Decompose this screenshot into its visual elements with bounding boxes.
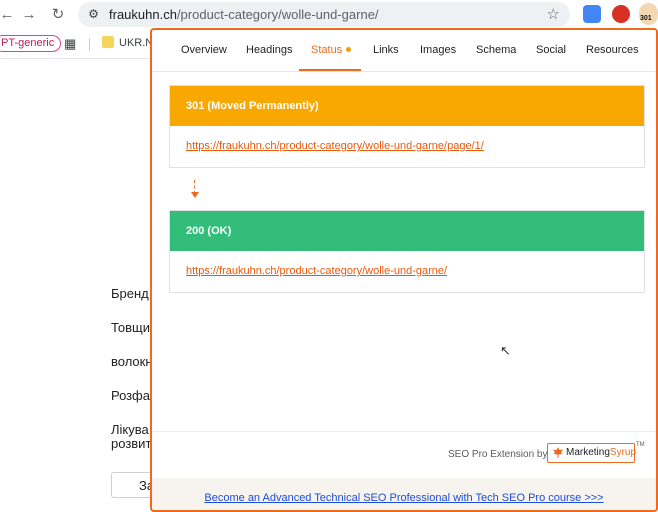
tab-bar: Overview Headings Status Links Images Sc… bbox=[152, 30, 656, 72]
active-tab-indicator bbox=[299, 69, 361, 71]
promo-banner: Become an Advanced Technical SEO Profess… bbox=[152, 478, 656, 510]
redirect-url-link[interactable]: https://fraukuhn.ch/product-category/wol… bbox=[186, 140, 484, 152]
card-body: https://fraukuhn.ch/product-category/wol… bbox=[170, 251, 644, 292]
card-body: https://fraukuhn.ch/product-category/wol… bbox=[170, 126, 644, 167]
tab-overview[interactable]: Overview bbox=[181, 44, 227, 56]
back-icon[interactable]: ← bbox=[0, 4, 18, 26]
forward-icon[interactable]: → bbox=[18, 4, 40, 26]
tab-social[interactable]: Social bbox=[536, 44, 566, 56]
filter-item[interactable]: Лікува bbox=[111, 422, 149, 437]
status-header-200: 200 (OK) bbox=[170, 211, 644, 251]
url-host: fraukuhn.ch bbox=[109, 7, 177, 22]
bookmark-star-icon[interactable]: ☆ bbox=[547, 5, 560, 23]
bookmark-divider bbox=[89, 38, 90, 51]
translate-extension-icon[interactable] bbox=[583, 5, 601, 23]
status-header-301: 301 (Moved Permanently) bbox=[170, 86, 644, 126]
tab-images[interactable]: Images bbox=[420, 44, 456, 56]
brand-name-part1: Marketing bbox=[566, 447, 610, 458]
favicon-icon bbox=[102, 36, 114, 48]
filter-item[interactable]: розвит bbox=[111, 436, 151, 451]
extension-badge: 301 bbox=[640, 15, 652, 22]
seo-extension-popup: Overview Headings Status Links Images Sc… bbox=[150, 28, 658, 512]
brand-name-part2: Syrup bbox=[609, 447, 637, 458]
trademark-mark: TM bbox=[636, 442, 645, 448]
filter-item[interactable]: Товщи bbox=[111, 320, 150, 335]
seo-extension-icon[interactable]: 301 bbox=[639, 3, 658, 25]
filter-item[interactable]: волокн bbox=[111, 354, 153, 369]
browser-toolbar: ← → ↻ ⚙ fraukuhn.ch/product-category/wol… bbox=[0, 0, 658, 29]
url-text: fraukuhn.ch/product-category/wolle-und-g… bbox=[109, 7, 379, 22]
address-bar[interactable]: ⚙ fraukuhn.ch/product-category/wolle-und… bbox=[78, 2, 570, 27]
final-status-card: 200 (OK) https://fraukuhn.ch/product-cat… bbox=[169, 210, 645, 293]
powered-by-text: SEO Pro Extension by bbox=[448, 449, 548, 460]
footer-divider bbox=[152, 431, 656, 432]
filter-item[interactable]: Бренд bbox=[111, 286, 149, 301]
filter-item[interactable]: Розфа bbox=[111, 388, 150, 403]
reload-icon[interactable]: ↻ bbox=[47, 4, 69, 26]
redirect-arrow-icon bbox=[191, 180, 199, 202]
tab-resources[interactable]: Resources bbox=[586, 44, 639, 56]
status-dot-icon bbox=[346, 47, 352, 52]
url-path: /product-category/wolle-und-garne/ bbox=[176, 7, 379, 22]
shield-extension-icon[interactable] bbox=[612, 5, 630, 23]
marketingsyrup-logo[interactable]: MarketingSyrup bbox=[547, 443, 637, 463]
tab-links[interactable]: Links bbox=[373, 44, 399, 56]
tab-schema[interactable]: Schema bbox=[476, 44, 516, 56]
tab-status[interactable]: Status bbox=[311, 44, 352, 56]
promo-course-link[interactable]: Become an Advanced Technical SEO Profess… bbox=[204, 492, 603, 504]
redirect-card: 301 (Moved Permanently) https://fraukuhn… bbox=[169, 85, 645, 168]
final-url-link[interactable]: https://fraukuhn.ch/product-category/wol… bbox=[186, 265, 447, 277]
site-info-icon[interactable]: ⚙ bbox=[86, 7, 101, 22]
tab-headings[interactable]: Headings bbox=[246, 44, 292, 56]
mouse-cursor-icon: ↖ bbox=[500, 343, 511, 358]
apps-grid-icon[interactable]: ▦ bbox=[64, 36, 76, 52]
maple-leaf-icon bbox=[553, 447, 563, 458]
tab-status-label: Status bbox=[311, 44, 343, 56]
bookmark-group-pill[interactable]: PT-generic bbox=[0, 35, 62, 52]
